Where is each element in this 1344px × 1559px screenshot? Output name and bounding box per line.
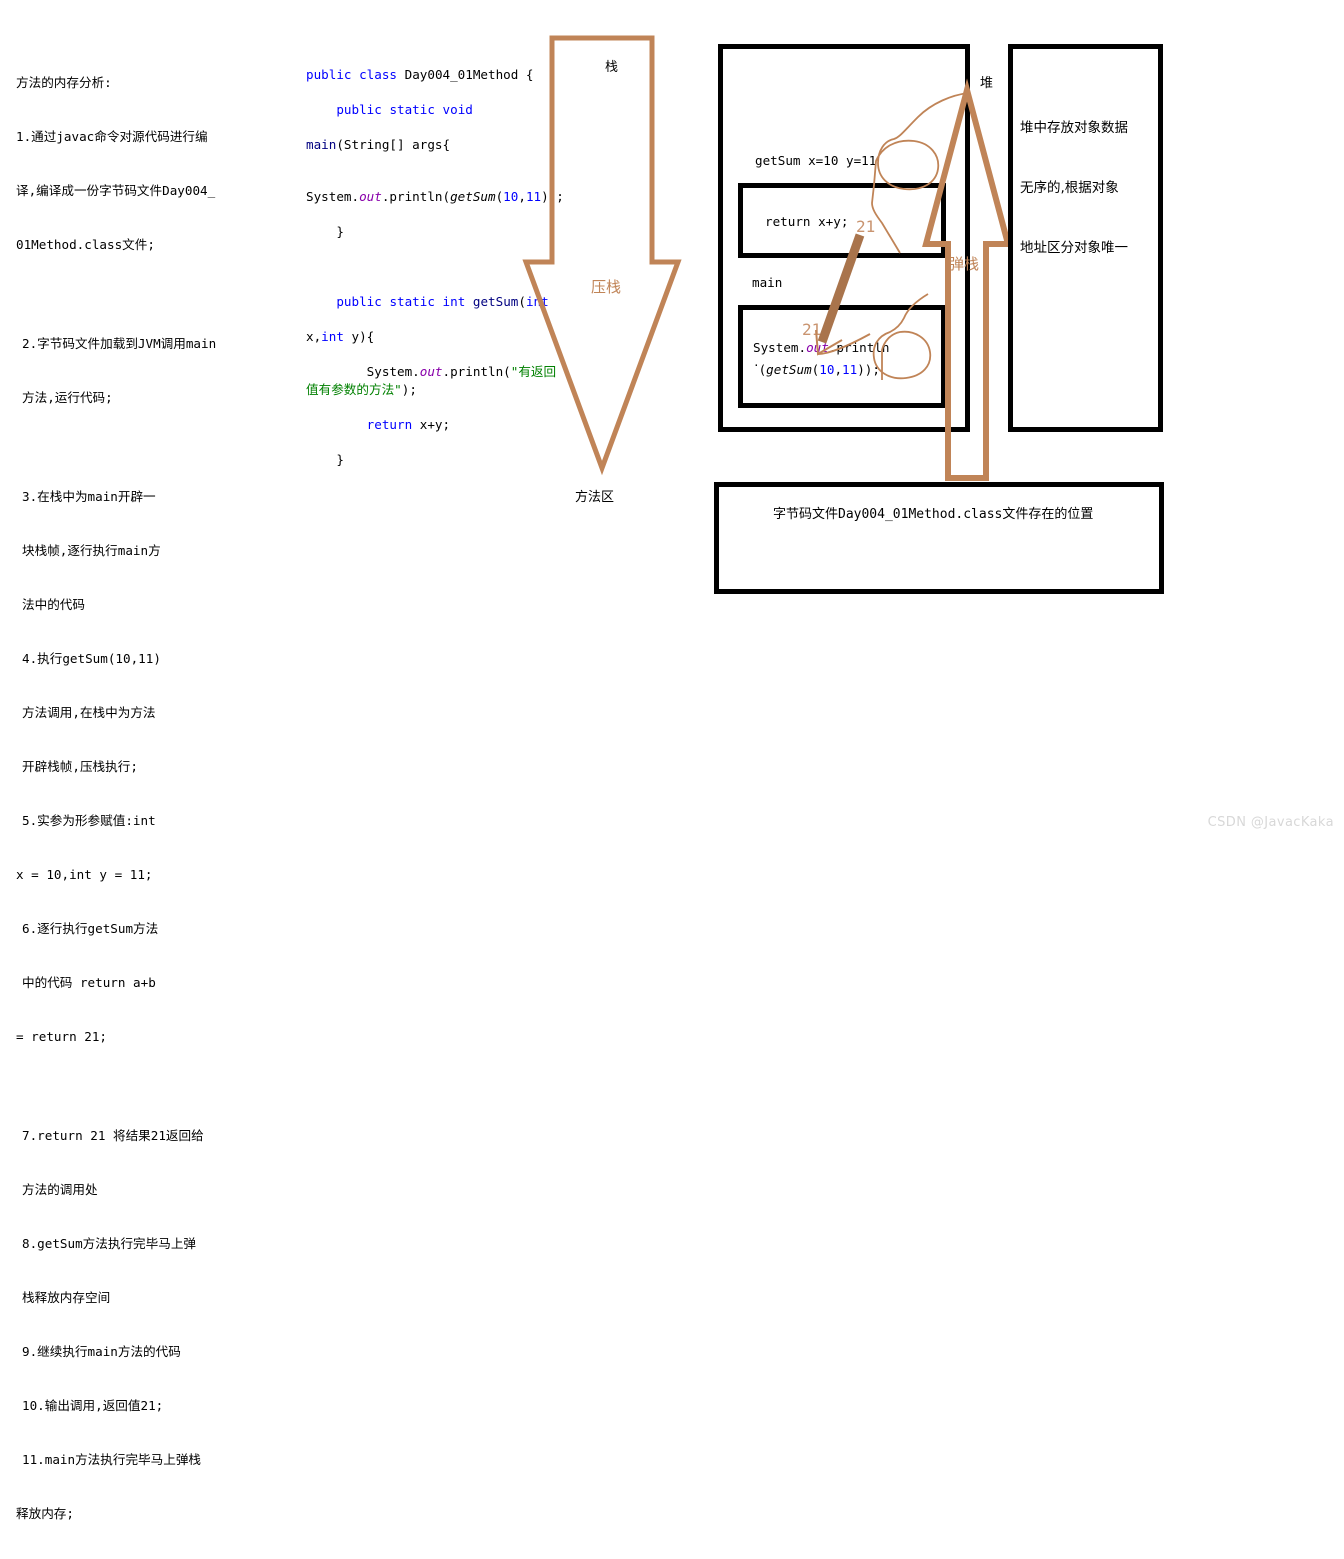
note-line: 10.输出调用,返回值21; xyxy=(22,1398,164,1413)
heap-text-line: 无序的,根据对象 xyxy=(1020,180,1119,196)
note-spacer xyxy=(16,1082,231,1091)
note-line: 9.继续执行main方法的代码 xyxy=(22,1344,181,1359)
method-name-main: main xyxy=(306,136,337,152)
pop-stack-label: 弹栈 xyxy=(949,255,980,273)
note-line: 释放内存; xyxy=(16,1506,74,1521)
keyword-public: public xyxy=(306,66,352,82)
note-line: 4.执行getSum(10,11) xyxy=(22,651,161,666)
note-line: 11.main方法执行完毕马上弹栈 xyxy=(22,1452,202,1467)
keyword-return: return xyxy=(366,416,413,432)
note-line: 8.getSum方法执行完毕马上弹 xyxy=(22,1236,197,1251)
keyword-int: int xyxy=(442,294,466,309)
keyword-static: static xyxy=(389,101,435,117)
note-line: 开辟栈帧,压栈执行; xyxy=(22,759,138,774)
csdn-watermark: CSDN @JavacKaka xyxy=(1207,815,1334,830)
note-line: 中的代码 return a+b xyxy=(22,975,156,990)
code-line: System.out.println("有返回值有参数的方法"); xyxy=(306,364,557,397)
field-out: out xyxy=(359,189,382,204)
diagram-canvas: 方法的内存分析: 1.通过javac命令对源代码进行编 译,编译成一份字节码文件… xyxy=(0,0,1344,1521)
note-line: x = 10,int y = 11; xyxy=(16,867,153,882)
code-line: return x+y; xyxy=(366,416,451,432)
method-area-box-text: 字节码文件Day004_01Method.class文件存在的位置 xyxy=(773,507,1094,522)
keyword-class: class xyxy=(359,66,398,82)
note-line: 2.字节码文件加载到JVM调用main xyxy=(22,336,217,351)
keyword-public: public xyxy=(336,101,382,117)
method-name-getsum: getSum xyxy=(450,189,496,204)
note-line: 6.逐行执行getSum方法 xyxy=(22,921,159,936)
code-line: System.out.println(getSum(10,11)); xyxy=(306,171,564,204)
note-line: 7.return 21 将结果21返回给 xyxy=(22,1128,204,1143)
push-stack-arrow xyxy=(522,35,682,476)
note-spacer xyxy=(16,290,231,299)
note-spacer xyxy=(16,443,231,452)
keyword-static: static xyxy=(389,294,435,309)
note-line: 3.在栈中为main开辟一 xyxy=(22,489,156,504)
note-line: 块栈帧,逐行执行main方 xyxy=(22,543,161,558)
note-line: 1.通过javac命令对源代码进行编 xyxy=(16,129,208,144)
note-line: 01Method.class文件; xyxy=(16,237,155,252)
code-line: public static void xyxy=(306,101,558,119)
stack-top-label: 栈 xyxy=(605,60,619,75)
arg-10: 10 xyxy=(503,189,519,204)
getsum-frame-caption: getSum x=10 y=11 xyxy=(755,153,877,168)
java-source-code: public class Day004_01Method { public st… xyxy=(306,48,564,503)
class-name: Day004_01Method xyxy=(404,66,519,82)
code-line: } xyxy=(306,224,344,239)
method-area-label: 方法区 xyxy=(575,490,615,505)
code-line: main(String[] args{ xyxy=(306,136,451,152)
note-line: 5.实参为形参赋值:int xyxy=(22,813,156,828)
keyword-int: int xyxy=(321,329,344,344)
pop-arrow-outline xyxy=(922,78,1012,481)
return-arrow-shaft xyxy=(817,233,865,344)
keyword-void: void xyxy=(442,101,473,117)
note-line: 方法,运行代码; xyxy=(22,390,113,405)
arg-11: 11 xyxy=(525,189,542,204)
method-area-box xyxy=(714,482,1164,594)
note-line: = return 21; xyxy=(16,1029,107,1044)
note-line: 译,编译成一份字节码文件Day004_ xyxy=(16,183,216,198)
main-frame-caption: main xyxy=(752,275,783,290)
heap-text-line: 地址区分对象唯一 xyxy=(1020,240,1128,256)
note-line: 方法的调用处 xyxy=(22,1182,98,1197)
method-name-getsum-decl: getSum xyxy=(472,294,519,309)
memory-analysis-notes: 方法的内存分析: 1.通过javac命令对源代码进行编 译,编译成一份字节码文件… xyxy=(16,38,231,1559)
push-arrow-outline xyxy=(522,35,682,476)
push-stack-label: 压栈 xyxy=(591,278,622,296)
code-line: } xyxy=(306,451,344,467)
notes-title: 方法的内存分析: xyxy=(16,75,112,90)
heap-box-text: 堆中存放对象数据 无序的,根据对象 地址区分对象唯一 xyxy=(1020,78,1128,298)
code-line: x,int y){ xyxy=(306,329,375,344)
note-line: 栈释放内存空间 xyxy=(22,1290,111,1305)
code-line: public static int getSum(int xyxy=(336,294,549,309)
field-out: out xyxy=(419,364,443,379)
keyword-public: public xyxy=(336,294,382,309)
getsum-frame-body: return x+y; xyxy=(765,214,849,229)
heap-text-line: 堆中存放对象数据 xyxy=(1020,120,1128,136)
code-line: public class Day004_01Method { xyxy=(306,66,534,82)
note-line: 法中的代码 xyxy=(22,597,85,612)
note-line: 方法调用,在栈中为方法 xyxy=(22,705,156,720)
